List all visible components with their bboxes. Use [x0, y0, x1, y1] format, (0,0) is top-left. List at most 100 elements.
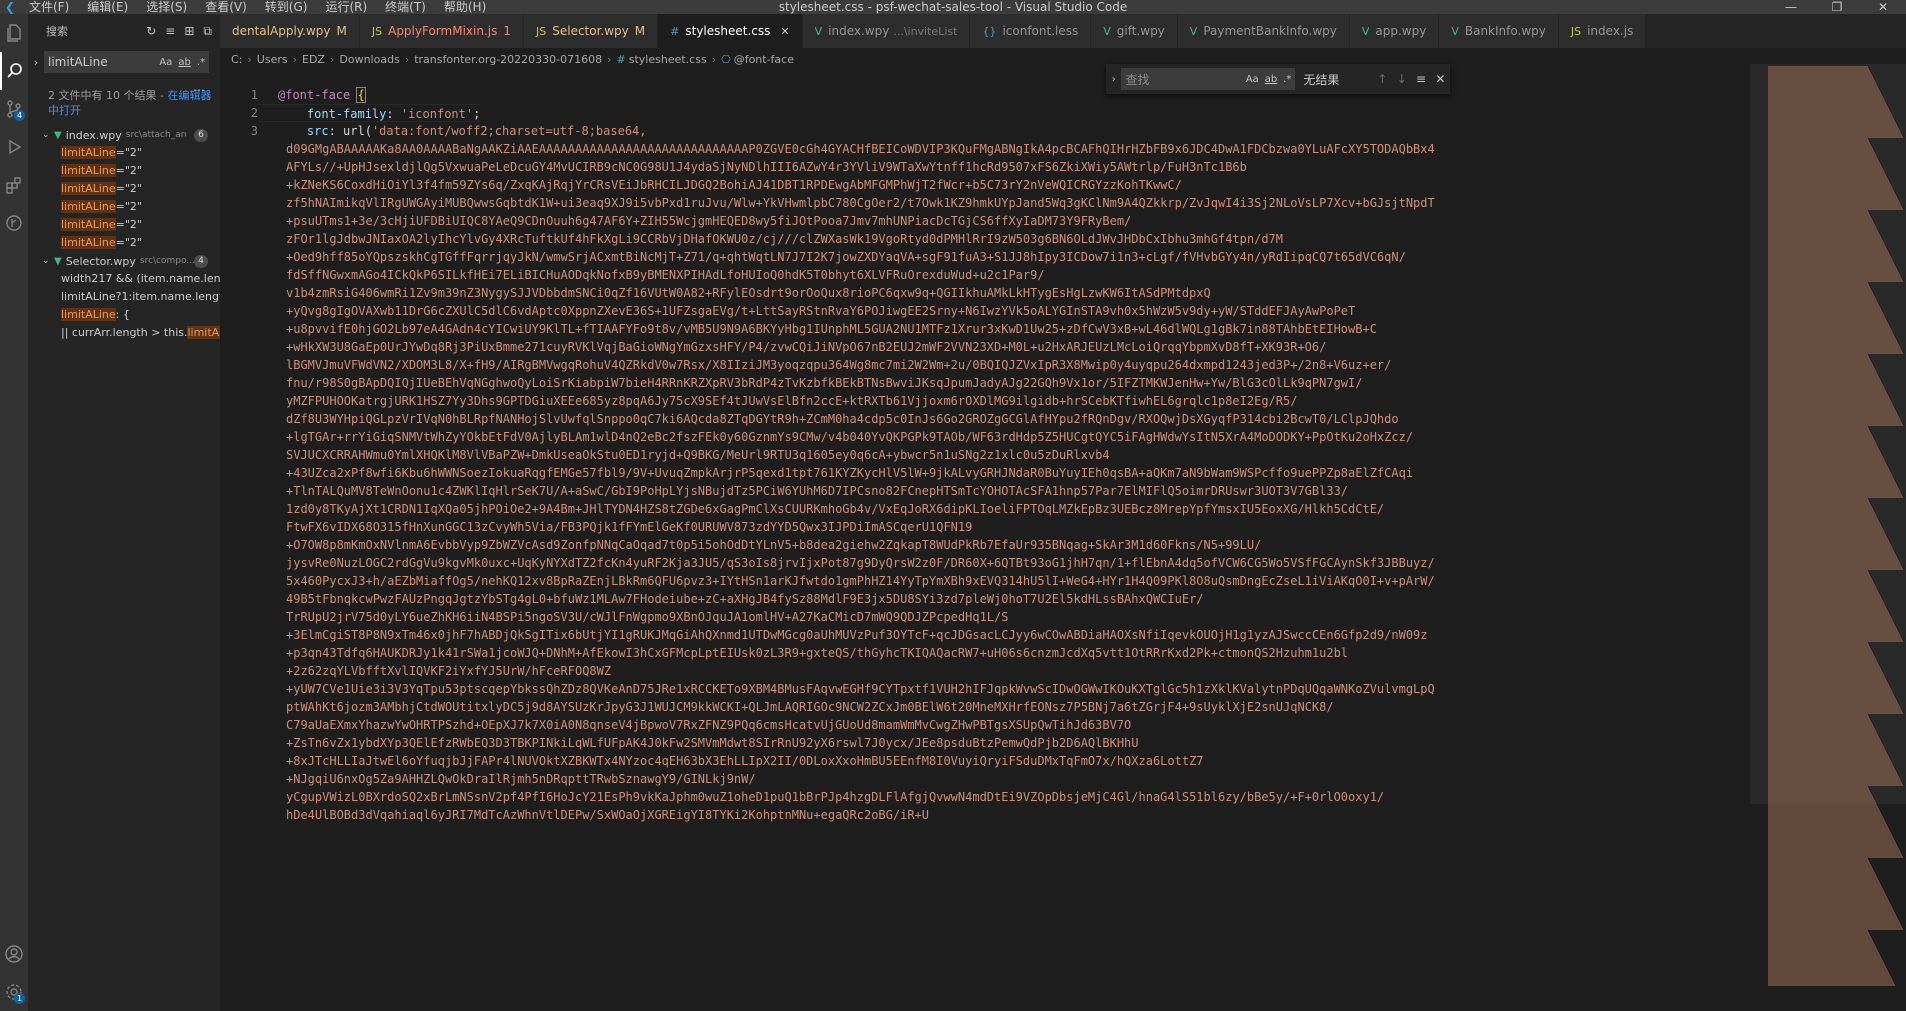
chevron-down-icon[interactable]: ⌄ [42, 130, 54, 140]
find-input[interactable]: 查找 Aa ab .* [1121, 68, 1296, 90]
search-match[interactable]: limitALine="2" [28, 234, 220, 252]
sidebar-title: 搜索 [46, 25, 68, 38]
search-icon[interactable] [0, 52, 28, 90]
base64-text: +NJgqiU6nxOg5Za9AHHZLQwOkDraIlRjmh5nDRqp… [286, 772, 756, 786]
tab-dentalapply-wpy[interactable]: dentalApply.wpy M [220, 14, 360, 48]
search-match[interactable]: width217 && (item.name.length... [28, 270, 220, 288]
breadcrumb-item[interactable]: Users [257, 53, 288, 66]
close-tab-icon[interactable]: ✕ [780, 25, 789, 38]
tab-gift-wpy[interactable]: Vgift.wpy [1091, 14, 1178, 48]
tab-selector-wpy[interactable]: JS Selector.wpy M [524, 14, 659, 48]
menu-item[interactable]: 运行(R) [316, 0, 376, 14]
tab-iconfont-less[interactable]: {} iconfont.less [970, 14, 1092, 48]
find-match-case[interactable]: Aa [1246, 74, 1259, 85]
line-number [220, 698, 258, 716]
settings-gear-icon[interactable]: 1 [0, 973, 28, 1011]
line-number [220, 176, 258, 194]
tab-app-wpy[interactable]: Vapp.wpy [1349, 14, 1440, 48]
result-file[interactable]: ⌄ ▼ Selector.wpy src\compo... 4 [28, 252, 220, 270]
match-highlight: limitALine [61, 182, 116, 195]
new-search-editor-icon[interactable]: ⊞ [184, 24, 194, 39]
menu-item[interactable]: 帮助(H) [435, 0, 495, 14]
tab-index-wpy[interactable]: Vindex.wpy ...\inviteList [802, 14, 971, 48]
close-icon[interactable]: ✕ [1860, 0, 1906, 14]
breadcrumb-item[interactable]: C: [231, 53, 242, 66]
code-line: dZf8U3WYHpiQGLpzVrIVqN0hBLRpfNANHojSlvUw… [220, 410, 1750, 428]
code-line: +O7OW8p8mKmOxNVlnmA6EvbbVyp9ZbWZVcAsd9Zo… [220, 536, 1750, 554]
extensions-icon[interactable] [0, 166, 28, 204]
menu-item[interactable]: 选择(S) [137, 0, 196, 14]
base64-text: +wHkXW3U8GaEp0UrJYwDq8Rj3PiUxBmme271cuyR… [286, 340, 1327, 354]
tab-bankinfo-wpy[interactable]: V BankInfo.wpy [1439, 14, 1559, 48]
code-editor[interactable]: 1 @font-face { 2 font-family: 'iconfont'… [220, 86, 1750, 1011]
more-options-icon[interactable]: ⋯ [193, 83, 206, 97]
menu-bar: 文件(F) 编辑(E) 选择(S) 查看(V) 转到(G) 运行(R) 终端(T) 帮助(H) [20, 0, 495, 14]
summary-text: 2 文件中有 10 个结果 - [48, 89, 168, 102]
restore-icon[interactable]: ❐ [1814, 0, 1860, 14]
base64-text: fnu/r98S0gBApDQIQjIUeBEhVqNGghwoQyLoiSrK… [286, 376, 1363, 390]
account-icon[interactable] [0, 935, 28, 973]
code-line: +8xJTcHLLIaJtwEl6oYfuqjbJjFAPr4lNUVOktXZ… [220, 752, 1750, 770]
tab-label: stylesheet.css [685, 24, 771, 38]
find-in-selection-icon[interactable]: ≡ [1411, 72, 1430, 86]
tab-paymentbankinfo-wpy[interactable]: V PaymentBankInfo.wpy [1177, 14, 1350, 48]
menu-item[interactable]: 编辑(E) [78, 0, 137, 14]
chevron-down-icon[interactable]: ⌄ [42, 256, 54, 266]
line-number [220, 518, 258, 536]
match-case-toggle[interactable]: Aa [159, 57, 172, 68]
menu-item[interactable]: 查看(V) [196, 0, 256, 14]
toggle-replace-icon[interactable]: › [1106, 74, 1121, 85]
clear-results-icon[interactable]: ≡ [165, 24, 175, 39]
find-regex[interactable]: .* [1283, 74, 1291, 85]
tab-label: iconfont.less [1002, 24, 1079, 38]
result-file[interactable]: ⌄▼index.wpysrc\attach_arc... 6 [28, 126, 220, 144]
close-find-icon[interactable]: ✕ [1431, 72, 1450, 86]
search-match[interactable]: || currArr.length > this.limitALin... [28, 324, 220, 342]
search-match[interactable]: limitALine: { [28, 306, 220, 324]
line-number [220, 248, 258, 266]
base64-text: +kZNeKS6CoxdHiOiYl3f4fm59ZYs6q/ZxqKAjRqj… [286, 178, 1182, 192]
base64-text: v1b4zmRsiG406wmRi1Zv9m39nZ3NygySJJVDbbdm… [286, 286, 1211, 300]
menu-item[interactable]: 转到(G) [256, 0, 317, 14]
toggle-replace-chevron-icon[interactable]: › [28, 56, 44, 69]
breadcrumb-item[interactable]: @font-face [734, 53, 794, 66]
git-graph-icon[interactable] [0, 204, 28, 242]
tab-stylesheet-css[interactable]: # stylesheet.css ✕ [658, 14, 803, 48]
breadcrumb-separator-icon: › [247, 52, 252, 66]
breadcrumb-separator-icon: › [607, 52, 612, 66]
collapse-all-icon[interactable]: ⧉ [203, 24, 212, 39]
search-match[interactable]: limitALine="2" [28, 180, 220, 198]
search-match[interactable]: limitALine="2" [28, 144, 220, 162]
breadcrumb-item[interactable]: Downloads [339, 53, 399, 66]
previous-match-icon[interactable]: ↑ [1373, 72, 1392, 86]
next-match-icon[interactable]: ↓ [1392, 72, 1411, 86]
search-input[interactable]: limitALine Aa ab .* [44, 51, 209, 73]
search-match[interactable]: limitALine?1:item.name.length/... [28, 288, 220, 306]
minimap[interactable] [1750, 48, 1906, 1011]
tab-index-js[interactable]: JS index.js [1558, 14, 1647, 48]
tab-applyformmixin-js[interactable]: JS ApplyFormMixin.js 1 [359, 14, 524, 48]
run-debug-icon[interactable] [0, 128, 28, 166]
source-control-icon[interactable]: 4 [0, 90, 28, 128]
minimize-icon[interactable]: — [1768, 0, 1814, 14]
line-number [220, 482, 258, 500]
line-number: 2 [250, 106, 258, 120]
search-match[interactable]: limitALine="2" [28, 198, 220, 216]
breadcrumb-item[interactable]: EDZ [302, 53, 325, 66]
menu-item[interactable]: 文件(F) [20, 0, 78, 14]
match-word-toggle[interactable]: ab [178, 57, 190, 68]
search-match[interactable]: limitALine="2" [28, 162, 220, 180]
semicolon: ; [473, 107, 481, 121]
menu-item[interactable]: 终端(T) [376, 0, 435, 14]
regex-toggle[interactable]: .* [197, 57, 205, 68]
breadcrumb-item[interactable]: stylesheet.css [629, 53, 707, 66]
code-line: +43UZca2xPf8wfi6Kbu6hWWNSoezIokuaRqgfEMG… [220, 464, 1750, 482]
search-match[interactable]: limitALine="2" [28, 216, 220, 234]
tab-label: BankInfo.wpy [1464, 24, 1546, 38]
title-bar: ❮ 文件(F) 编辑(E) 选择(S) 查看(V) 转到(G) 运行(R) 终端(T) 帮助(… [0, 0, 1906, 14]
breadcrumb-item[interactable]: transfonter.org-20220330-071608 [414, 53, 602, 66]
explorer-icon[interactable] [0, 14, 28, 52]
find-match-word[interactable]: ab [1265, 74, 1277, 85]
find-placeholder: 查找 [1125, 72, 1150, 87]
refresh-icon[interactable]: ↻ [146, 24, 156, 39]
